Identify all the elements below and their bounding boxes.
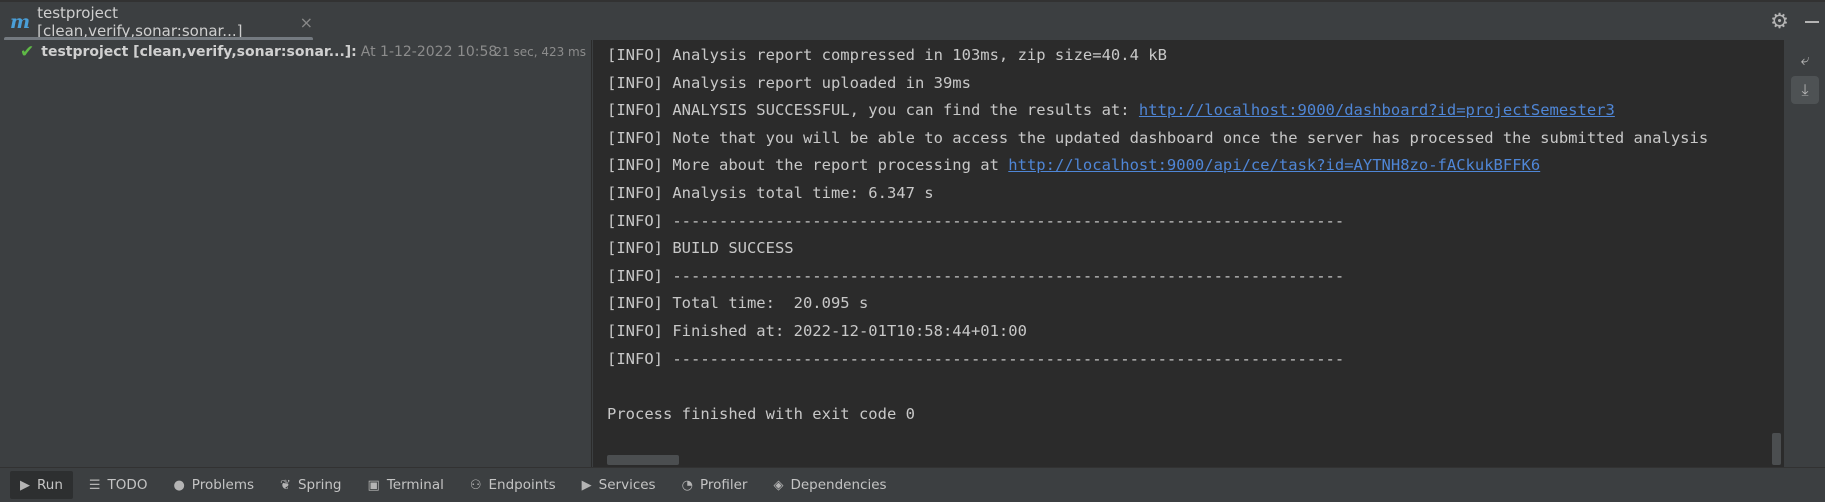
list-icon: ☰ bbox=[88, 477, 101, 493]
tab-label: Terminal bbox=[386, 477, 444, 493]
tab-profiler[interactable]: ◔ Profiler bbox=[672, 471, 758, 499]
console-line-text: [INFO] Analysis report uploaded in 39ms bbox=[607, 73, 971, 92]
services-icon: ▶ bbox=[581, 477, 592, 493]
tab-problems[interactable]: ● Problems bbox=[163, 471, 264, 499]
dependencies-icon: ◈ bbox=[773, 477, 784, 493]
console-line-text: [INFO] Finished at: 2022-12-01T10:58:44+… bbox=[607, 321, 1027, 340]
maven-m-icon: m bbox=[10, 11, 31, 33]
console-line: [INFO] ---------------------------------… bbox=[607, 208, 1708, 236]
console-link[interactable]: http://localhost:9000/api/ce/task?id=AYT… bbox=[1008, 156, 1540, 174]
terminal-icon: ▣ bbox=[367, 477, 380, 493]
tab-label: Services bbox=[598, 477, 656, 493]
tab-label: Dependencies bbox=[790, 477, 887, 493]
check-icon: ✔ bbox=[20, 42, 35, 62]
tab-label: Profiler bbox=[699, 477, 748, 493]
gear-icon[interactable]: ⚙ bbox=[1770, 11, 1789, 32]
scroll-to-end-icon[interactable]: ⤓ bbox=[1791, 76, 1819, 104]
console-line: [INFO] Analysis report uploaded in 39ms bbox=[607, 70, 1708, 98]
build-tree-title: testproject [clean,verify,sonar:sonar...… bbox=[41, 44, 357, 60]
endpoints-icon: ⚇ bbox=[469, 477, 482, 493]
horizontal-scrollbar[interactable] bbox=[607, 455, 679, 465]
console-line: [INFO] ---------------------------------… bbox=[607, 346, 1708, 374]
tab-label: Endpoints bbox=[488, 477, 556, 493]
console-line-text: [INFO] ---------------------------------… bbox=[607, 266, 1345, 285]
console-line: [INFO] Total time: 20.095 s bbox=[607, 290, 1708, 318]
console-line-text: [INFO] ---------------------------------… bbox=[607, 211, 1345, 230]
tab-dependencies[interactable]: ◈ Dependencies bbox=[763, 471, 896, 499]
console-line-text: [INFO] BUILD SUCCESS bbox=[607, 239, 794, 258]
build-tree-panel: ✔ testproject [clean,verify,sonar:sonar.… bbox=[0, 40, 592, 467]
play-icon: ▶ bbox=[20, 477, 30, 493]
console-toolbar: ⤶ ⤓ bbox=[1783, 40, 1825, 467]
console-line-text: [INFO] More about the report processing … bbox=[607, 156, 1009, 175]
tab-label: TODO bbox=[107, 477, 148, 493]
run-config-tab[interactable]: m testproject [clean,verify,sonar:sonar.… bbox=[0, 4, 313, 40]
tool-window-bar: ▶ Run ☰ TODO ● Problems ❦ Spring ▣ Terminal ⚇ Endpo… bbox=[0, 467, 1825, 502]
console-line: [INFO] ANALYSIS SUCCESSFUL, you can find… bbox=[607, 97, 1708, 125]
tab-spring[interactable]: ❦ Spring bbox=[270, 471, 351, 499]
console-line: [INFO] Note that you will be able to acc… bbox=[607, 125, 1708, 153]
console-line: [INFO] Analysis report compressed in 103… bbox=[607, 42, 1708, 70]
soft-wrap-icon[interactable]: ⤶ bbox=[1791, 46, 1819, 74]
run-config-tab-label: testproject [clean,verify,sonar:sonar...… bbox=[37, 4, 243, 40]
tab-label: Run bbox=[37, 477, 63, 493]
tab-terminal[interactable]: ▣ Terminal bbox=[358, 471, 454, 499]
console-line-text: Process finished with exit code 0 bbox=[607, 404, 915, 423]
console-line-text: [INFO] Analysis report compressed in 103… bbox=[607, 46, 1167, 64]
console-line: [INFO] BUILD SUCCESS bbox=[607, 235, 1708, 263]
tab-todo[interactable]: ☰ TODO bbox=[79, 471, 158, 499]
profiler-icon: ◔ bbox=[681, 477, 693, 493]
console-lines: [INFO] Analysis report compressed in 103… bbox=[607, 42, 1708, 428]
tab-label: Spring bbox=[297, 477, 342, 493]
minimize-icon[interactable] bbox=[1805, 21, 1819, 23]
problems-icon: ● bbox=[173, 477, 185, 493]
spring-leaf-icon: ❦ bbox=[280, 477, 291, 493]
tab-label: Problems bbox=[191, 477, 255, 493]
console-line-text: [INFO] Total time: 20.095 s bbox=[607, 294, 869, 313]
console-line: [INFO] Analysis total time: 6.347 s bbox=[607, 180, 1708, 208]
console-line: [INFO] Finished at: 2022-12-01T10:58:44+… bbox=[607, 318, 1708, 346]
close-icon[interactable]: × bbox=[300, 13, 313, 32]
console-link[interactable]: http://localhost:9000/dashboard?id=proje… bbox=[1139, 101, 1615, 119]
tab-run[interactable]: ▶ Run bbox=[10, 471, 73, 499]
build-tree-timestamp: At 1-12-2022 10:58 bbox=[360, 44, 498, 60]
vertical-scrollbar[interactable] bbox=[1772, 433, 1781, 465]
run-tool-window-header: m testproject [clean,verify,sonar:sonar.… bbox=[0, 0, 1825, 41]
console-line-text: [INFO] Analysis total time: 6.347 s bbox=[607, 183, 934, 202]
build-tree-row[interactable]: ✔ testproject [clean,verify,sonar:sonar.… bbox=[0, 41, 592, 63]
build-duration: 21 sec, 423 ms bbox=[494, 45, 586, 59]
tab-endpoints[interactable]: ⚇ Endpoints bbox=[460, 471, 566, 499]
console-line-text: [INFO] Note that you will be able to acc… bbox=[607, 128, 1709, 147]
header-actions: ⚙ bbox=[1770, 11, 1819, 32]
tab-services[interactable]: ▶ Services bbox=[572, 471, 666, 499]
console-line: [INFO] More about the report processing … bbox=[607, 152, 1708, 180]
console-line: Process finished with exit code 0 bbox=[607, 401, 1708, 429]
console-line: [INFO] ---------------------------------… bbox=[607, 263, 1708, 291]
console-output[interactable]: [INFO] Analysis report compressed in 103… bbox=[593, 40, 1783, 467]
console-line-text: [INFO] ---------------------------------… bbox=[607, 349, 1345, 368]
console-line-text: [INFO] ANALYSIS SUCCESSFUL, you can find… bbox=[607, 101, 1139, 120]
